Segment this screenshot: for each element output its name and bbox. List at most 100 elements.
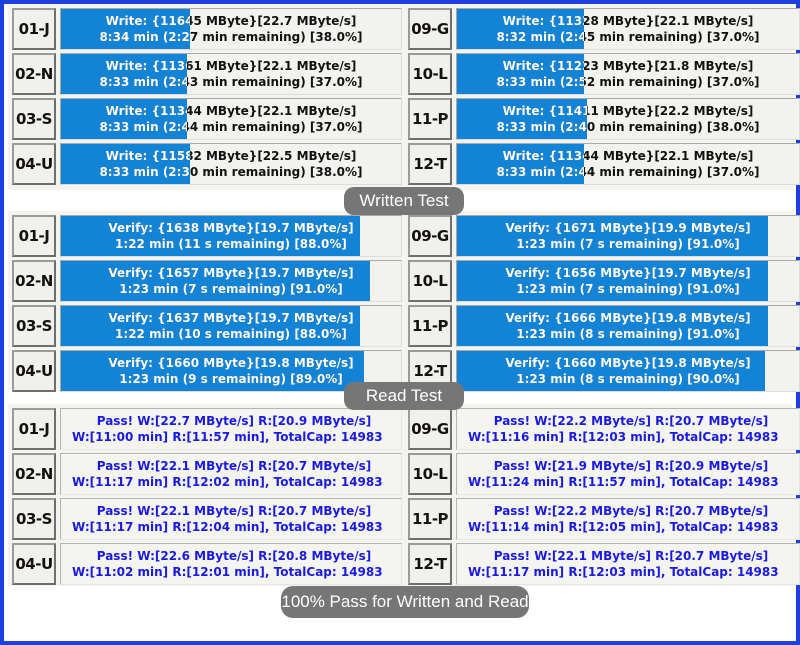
verify-progress-bar: Verify: {1660 MByte}[19.8 MByte/s] 1:23 m… xyxy=(456,350,800,392)
device-slot-id[interactable]: 03-S xyxy=(12,305,56,347)
device-slot-id[interactable]: 02-N xyxy=(12,453,56,495)
device-slot-id[interactable]: 02-N xyxy=(12,260,56,302)
progress-text-inverted: Verify: {1666 MByte}[19.8 MByte/s] 1:23 m… xyxy=(457,306,768,346)
verify-progress-bar: Verify: {1666 MByte}[19.8 MByte/s] 1:23 m… xyxy=(456,305,800,347)
progress-text-inverted-line2: 1:23 min (9 s remaining) [89.0%] xyxy=(119,372,343,386)
pass-result-line2: : W:[11:00 min] R:[11:57 min], TotalCap:… xyxy=(67,430,383,444)
pass-result-text: Pass! W:[22.2 MByte/s] R:[20.7 MByte/s]:… xyxy=(463,409,799,449)
device-slot-id[interactable]: 12-T xyxy=(408,143,452,185)
progress-text-inverted-clip: Write: {11411 MByte}[22.2 MByte/s] 8:33 m… xyxy=(457,99,587,139)
pass-result-line2: : W:[11:17 min] R:[12:03 min], TotalCap:… xyxy=(463,565,779,579)
device-slot-id[interactable]: 04-U xyxy=(12,543,56,585)
device-slot-id[interactable]: 09-G xyxy=(408,215,452,257)
progress-text-inverted-line1: Verify: {1657 MByte}[19.7 MByte/s] xyxy=(108,266,354,280)
device-slot-id[interactable]: 10-L xyxy=(408,453,452,495)
progress-text-inverted-clip: Write: {11328 MByte}[22.1 MByte/s] 8:32 m… xyxy=(457,9,583,49)
progress-text-inverted-line1: Verify: {1671 MByte}[19.9 MByte/s] xyxy=(505,221,751,235)
pass-result-line1: Pass! W:[22.1 MByte/s] R:[20.7 MByte/s] xyxy=(493,549,769,563)
progress-text-inverted: Write: {11582 MByte}[22.5 MByte/s] 8:33 m… xyxy=(61,144,190,184)
device-slot-id[interactable]: 11-P xyxy=(408,305,452,347)
device-slot-id[interactable]: 11-P xyxy=(408,98,452,140)
progress-text-inverted: Write: {11344 MByte}[22.1 MByte/s] 8:33 m… xyxy=(61,99,187,139)
progress-text-inverted-line1: Verify: {1660 MByte}[19.8 MByte/s] xyxy=(108,356,354,370)
progress-text-inverted-line2: 1:23 min (8 s remaining) [90.0%] xyxy=(516,372,740,386)
device-progress-row: 09-G Write: {11328 MByte}[22.1 MByte/s] 8:… xyxy=(408,8,800,50)
pass-column-right: 09-G Pass! W:[22.2 MByte/s] R:[20.7 MByte… xyxy=(408,404,800,586)
progress-text-inverted-line1: Write: {11344 MByte}[22.1 MByte/s] xyxy=(105,104,187,118)
device-progress-row: 09-G Verify: {1671 MByte}[19.9 MByte/s] 1:… xyxy=(408,215,800,257)
write-progress-bar: Write: {11344 MByte}[22.1 MByte/s] 8:33 m… xyxy=(456,143,800,185)
pass-result-text: Pass! W:[22.2 MByte/s] R:[20.7 MByte/s]:… xyxy=(463,499,799,539)
progress-text-inverted-clip: Verify: {1638 MByte}[19.7 MByte/s] 1:22 m… xyxy=(61,216,360,256)
device-result-row: 12-T Pass! W:[22.1 MByte/s] R:[20.7 MByte… xyxy=(408,543,800,585)
device-result-row: 11-P Pass! W:[22.2 MByte/s] R:[20.7 MByte… xyxy=(408,498,800,540)
device-slot-id[interactable]: 04-U xyxy=(12,143,56,185)
progress-text-inverted-line2: 8:34 min (2:27 min remaining) [38.0%] xyxy=(99,30,190,44)
device-slot-id[interactable]: 09-G xyxy=(408,8,452,50)
progress-text-inverted-line1: Write: {11223 MByte}[21.8 MByte/s] xyxy=(502,59,584,73)
pass-result-line1: Pass! W:[21.9 MByte/s] R:[20.9 MByte/s] xyxy=(493,459,769,473)
device-slot-id[interactable]: 01-J xyxy=(12,8,56,50)
pass-result-text: Pass! W:[21.9 MByte/s] R:[20.9 MByte/s]:… xyxy=(463,454,799,494)
verify-progress-bar: Verify: {1638 MByte}[19.7 MByte/s] 1:22 m… xyxy=(60,215,402,257)
pass-result-box: Pass! W:[21.9 MByte/s] R:[20.9 MByte/s]:… xyxy=(456,453,800,495)
device-slot-id[interactable]: 03-S xyxy=(12,98,56,140)
device-progress-row: 04-U Verify: {1660 MByte}[19.8 MByte/s] 1:… xyxy=(12,350,402,392)
pass-result-line2: : W:[11:02 min] R:[12:01 min], TotalCap:… xyxy=(67,565,383,579)
device-slot-id[interactable]: 09-G xyxy=(408,408,452,450)
progress-text-inverted: Verify: {1656 MByte}[19.7 MByte/s] 1:23 m… xyxy=(457,261,768,301)
progress-text-inverted-line2: 1:23 min (7 s remaining) [91.0%] xyxy=(516,237,740,251)
progress-text-inverted: Write: {11645 MByte}[22.7 MByte/s] 8:34 m… xyxy=(61,9,190,49)
progress-text-inverted-line2: 1:23 min (8 s remaining) [91.0%] xyxy=(516,327,740,341)
pass-result-box: Pass! W:[22.1 MByte/s] R:[20.7 MByte/s]:… xyxy=(60,453,402,495)
progress-text-inverted-line2: 8:33 min (2:40 min remaining) [38.0%] xyxy=(496,120,587,134)
device-slot-id[interactable]: 10-L xyxy=(408,53,452,95)
pass-result-text: Pass! W:[22.1 MByte/s] R:[20.7 MByte/s]:… xyxy=(67,454,401,494)
pass-result-text: Pass! W:[22.1 MByte/s] R:[20.7 MByte/s]:… xyxy=(463,544,799,584)
progress-text-inverted-clip: Write: {11344 MByte}[22.1 MByte/s] 8:33 m… xyxy=(457,144,583,184)
progress-text-inverted-line2: 1:22 min (11 s remaining) [88.0%] xyxy=(115,237,347,251)
progress-text-inverted-line2: 8:32 min (2:45 min remaining) [37.0%] xyxy=(496,30,583,44)
device-result-row: 09-G Pass! W:[22.2 MByte/s] R:[20.7 MByte… xyxy=(408,408,800,450)
device-slot-id[interactable]: 12-T xyxy=(408,543,452,585)
device-slot-id[interactable]: 01-J xyxy=(12,215,56,257)
device-progress-row: 12-T Write: {11344 MByte}[22.1 MByte/s] 8:… xyxy=(408,143,800,185)
pass-result-line1: Pass! W:[22.1 MByte/s] R:[20.7 MByte/s] xyxy=(96,459,372,473)
progress-text-inverted-line1: Write: {11582 MByte}[22.5 MByte/s] xyxy=(105,149,191,163)
progress-text-inverted-line2: 8:33 min (2:43 min remaining) [37.0%] xyxy=(99,75,186,89)
device-slot-id[interactable]: 10-L xyxy=(408,260,452,302)
progress-text-inverted-line1: Verify: {1660 MByte}[19.8 MByte/s] xyxy=(505,356,751,370)
write-test-section: 01-J Write: {11645 MByte}[22.7 MByte/s] 8:… xyxy=(8,4,800,190)
device-slot-id[interactable]: 03-S xyxy=(12,498,56,540)
device-result-row: 10-L Pass! W:[21.9 MByte/s] R:[20.9 MByte… xyxy=(408,453,800,495)
progress-text-inverted-clip: Verify: {1657 MByte}[19.7 MByte/s] 1:23 m… xyxy=(61,261,370,301)
progress-text-inverted-clip: Write: {11223 MByte}[21.8 MByte/s] 8:33 m… xyxy=(457,54,584,94)
device-progress-row: 12-T Verify: {1660 MByte}[19.8 MByte/s] 1:… xyxy=(408,350,800,392)
progress-text-inverted: Verify: {1638 MByte}[19.7 MByte/s] 1:22 m… xyxy=(61,216,360,256)
pass-result-box: Pass! W:[22.1 MByte/s] R:[20.7 MByte/s]:… xyxy=(60,498,402,540)
progress-text-inverted-line1: Write: {11411 MByte}[22.2 MByte/s] xyxy=(502,104,587,118)
write-progress-bar: Write: {11645 MByte}[22.7 MByte/s] 8:34 m… xyxy=(60,8,402,50)
write-progress-bar: Write: {11411 MByte}[22.2 MByte/s] 8:33 m… xyxy=(456,98,800,140)
write-progress-bar: Write: {11344 MByte}[22.1 MByte/s] 8:33 m… xyxy=(60,98,402,140)
progress-text-inverted: Verify: {1657 MByte}[19.7 MByte/s] 1:23 m… xyxy=(61,261,370,301)
pass-result-line2: : W:[11:17 min] R:[12:02 min], TotalCap:… xyxy=(67,475,383,489)
pass-result-box: Pass! W:[22.2 MByte/s] R:[20.7 MByte/s]:… xyxy=(456,498,800,540)
pass-result-text: Pass! W:[22.6 MByte/s] R:[20.8 MByte/s]:… xyxy=(67,544,401,584)
device-slot-id[interactable]: 02-N xyxy=(12,53,56,95)
progress-text-inverted-clip: Write: {11361 MByte}[22.1 MByte/s] 8:33 m… xyxy=(61,54,186,94)
device-progress-row: 01-J Verify: {1638 MByte}[19.7 MByte/s] 1:… xyxy=(12,215,402,257)
progress-text-inverted-clip: Verify: {1637 MByte}[19.7 MByte/s] 1:22 m… xyxy=(61,306,360,346)
device-slot-id[interactable]: 04-U xyxy=(12,350,56,392)
write-column-left: 01-J Write: {11645 MByte}[22.7 MByte/s] 8:… xyxy=(12,4,402,190)
pass-result-line2: : W:[11:17 min] R:[12:04 min], TotalCap:… xyxy=(67,520,383,534)
progress-text-inverted-line2: 1:22 min (10 s remaining) [88.0%] xyxy=(115,327,347,341)
device-progress-row: 03-S Verify: {1637 MByte}[19.7 MByte/s] 1:… xyxy=(12,305,402,347)
device-result-row: 02-N Pass! W:[22.1 MByte/s] R:[20.7 MByte… xyxy=(12,453,402,495)
device-slot-id[interactable]: 11-P xyxy=(408,498,452,540)
device-result-row: 03-S Pass! W:[22.1 MByte/s] R:[20.7 MByte… xyxy=(12,498,402,540)
progress-text-inverted-clip: Write: {11582 MByte}[22.5 MByte/s] 8:33 m… xyxy=(61,144,190,184)
device-slot-id[interactable]: 01-J xyxy=(12,408,56,450)
pass-result-line1: Pass! W:[22.7 MByte/s] R:[20.9 MByte/s] xyxy=(96,414,372,428)
status-badge-read-test: Read Test xyxy=(344,382,464,410)
